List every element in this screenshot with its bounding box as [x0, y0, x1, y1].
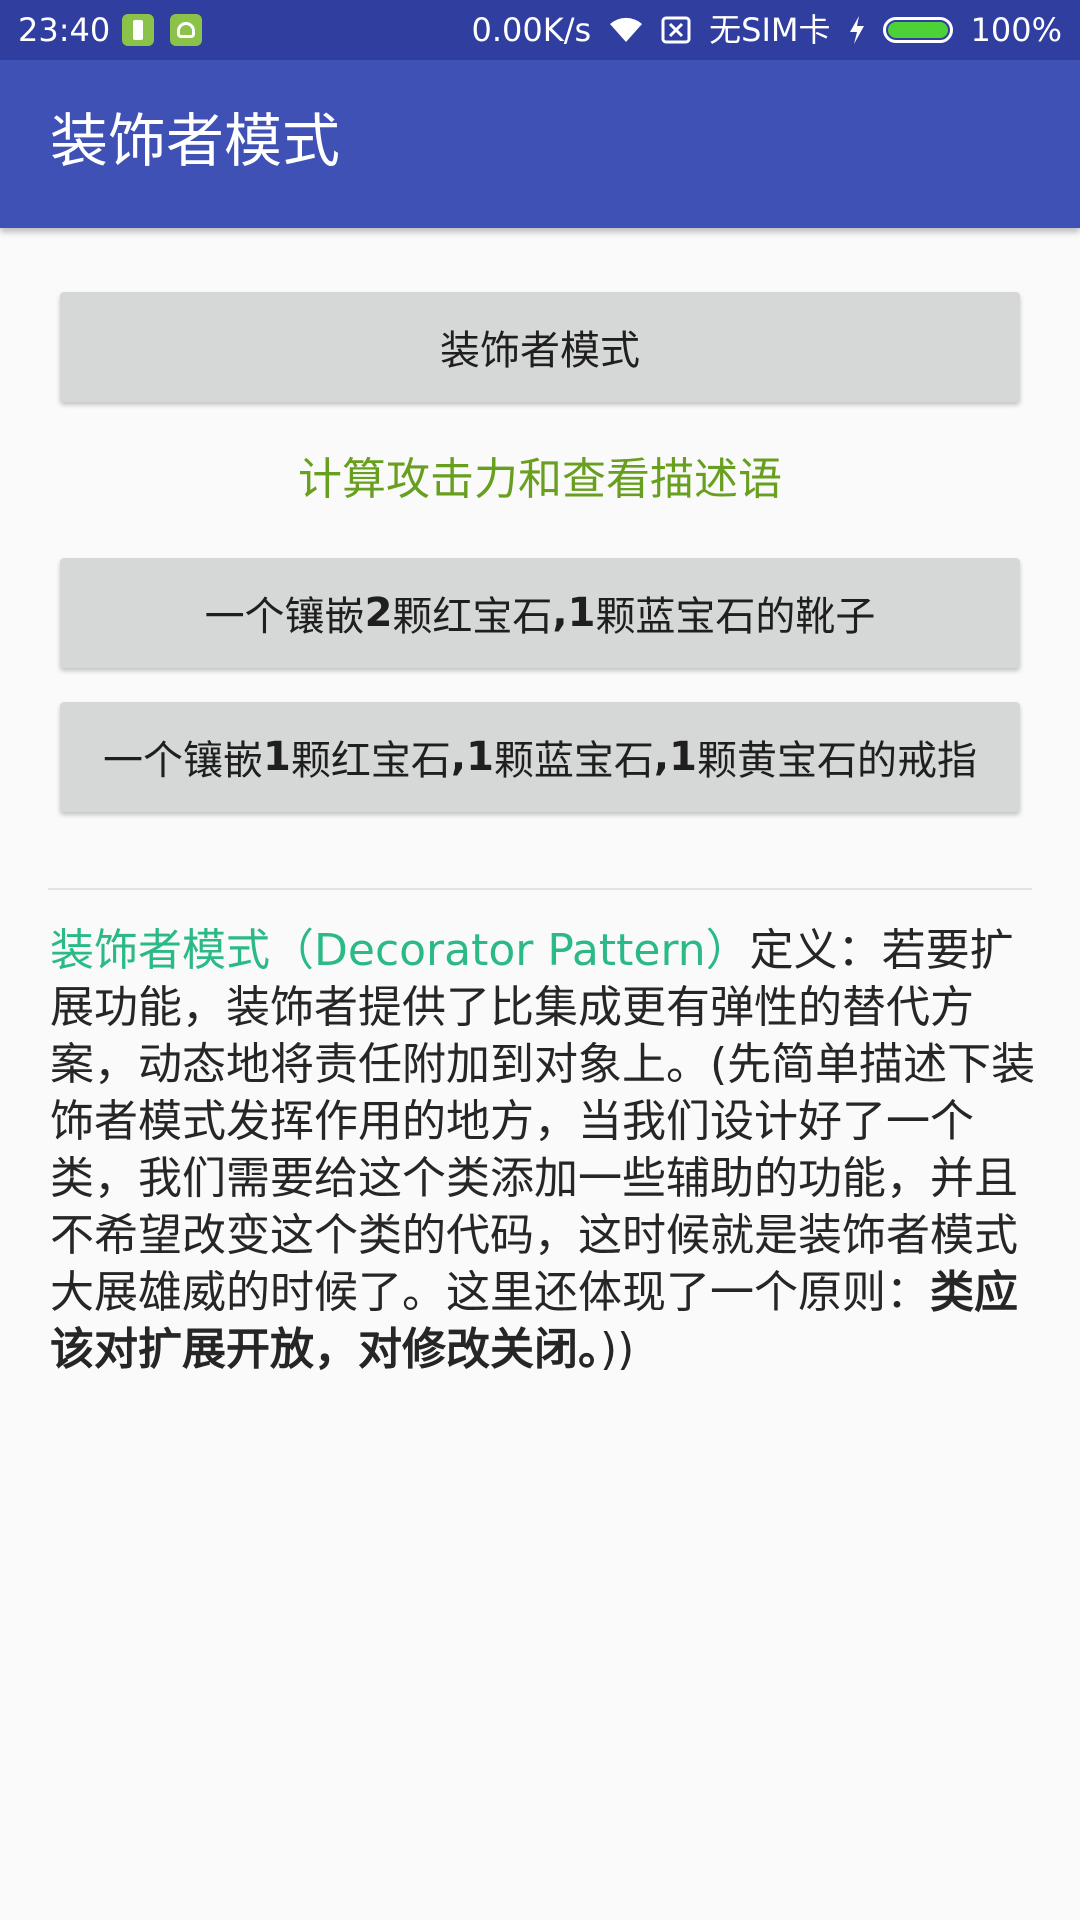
ring-label-mid1: 颗红宝石 — [290, 738, 451, 784]
ring-label-num1: 1 — [263, 734, 291, 780]
boot-label-prefix: 一个镶嵌 — [204, 594, 365, 640]
status-bar: 23:40 0.00K/s 无SIM卡 100% — [0, 0, 1080, 60]
network-speed: 0.00K/s — [471, 11, 592, 49]
ring-label-mid2: 颗蓝宝石 — [493, 738, 654, 784]
boot-gems-button[interactable]: 一个镶嵌 2 颗红宝石 ,1 颗蓝宝石的靴子 — [60, 558, 1020, 668]
android-notification-icon — [170, 14, 202, 46]
ring-label-suffix: 颗黄宝石的戒指 — [696, 738, 977, 784]
battery-level-fill — [887, 22, 948, 38]
sim-status: 无SIM卡 — [709, 11, 831, 49]
boot-label-suffix: 颗蓝宝石的靴子 — [595, 594, 876, 640]
app-bar: 装饰者模式 — [0, 60, 1080, 228]
boot-label-mid1: 颗红宝石 — [392, 594, 553, 640]
ring-label-num2: ,1 — [450, 734, 494, 780]
description-text: 装饰者模式（Decorator Pattern）定义：若要扩展功能，装饰者提供了… — [50, 922, 1040, 1378]
no-sim-icon — [661, 16, 691, 44]
divider — [48, 888, 1032, 890]
status-time: 23:40 — [18, 11, 111, 49]
charging-bolt-icon — [849, 16, 865, 44]
decorator-pattern-button[interactable]: 装饰者模式 — [60, 292, 1020, 402]
wifi-icon — [609, 16, 643, 44]
boot-label-num2: ,1 — [552, 590, 596, 636]
subtitle: 计算攻击力和查看描述语 — [298, 454, 782, 505]
ring-label-prefix: 一个镶嵌 — [103, 738, 264, 784]
ring-label-num3: ,1 — [653, 734, 697, 780]
battery-icon — [882, 17, 953, 43]
battery-percent: 100% — [970, 11, 1062, 49]
description-closing: )) — [600, 1324, 635, 1375]
status-indicators: 0.00K/s 无SIM卡 100% — [471, 10, 1062, 50]
description-accent: 装饰者模式（Decorator Pattern） — [50, 925, 750, 976]
boot-label-num1: 2 — [364, 590, 393, 636]
description-body: 定义：若要扩展功能，装饰者提供了比集成更有弹性的替代方案，动态地将责任附加到对象… — [50, 925, 1036, 1318]
app-title: 装饰者模式 — [50, 107, 341, 175]
decorator-pattern-button-label: 装饰者模式 — [440, 328, 640, 374]
ring-gems-button[interactable]: 一个镶嵌 1 颗红宝石 ,1 颗蓝宝石 ,1 颗黄宝石的戒指 — [60, 702, 1020, 812]
battery-notification-icon — [122, 14, 154, 46]
